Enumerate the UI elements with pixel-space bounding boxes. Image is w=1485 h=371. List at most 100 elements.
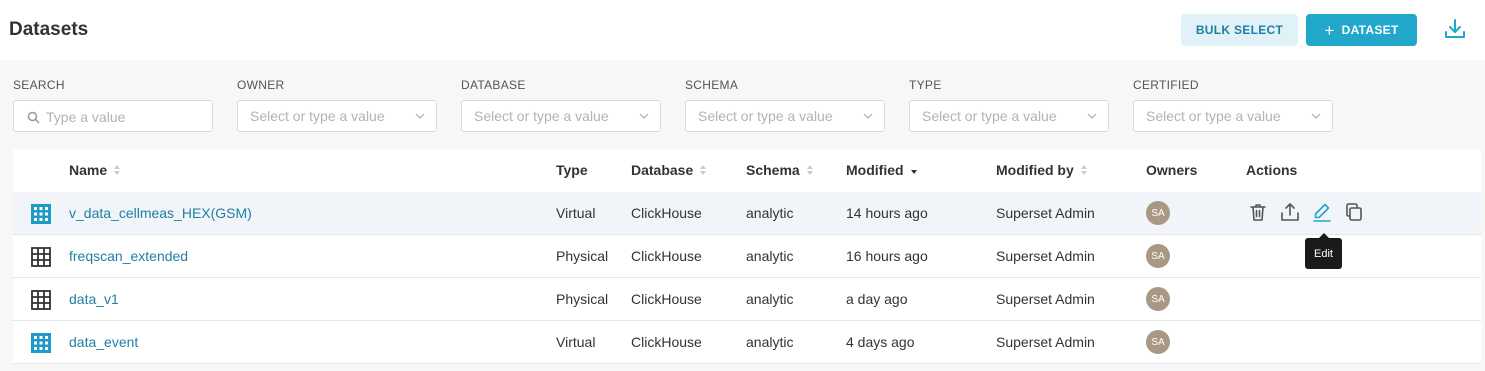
search-input[interactable]: Type a value [13,100,213,132]
chevron-down-icon [1087,113,1097,119]
dataset-modified: 4 days ago [846,334,915,350]
search-filter-label: SEARCH [13,78,65,92]
owner-avatar[interactable]: SA [1146,330,1170,354]
column-header-owners: Owners [1146,162,1197,178]
search-filter: SEARCH Type a value [13,78,213,132]
dataset-modified-by: Superset Admin [996,205,1095,221]
edit-tooltip: Edit [1305,233,1342,269]
physical-dataset-icon [31,247,51,267]
database-filter-label: DATABASE [461,78,526,92]
dataset-modified-by: Superset Admin [996,291,1095,307]
dataset-database: ClickHouse [631,248,702,264]
owner-avatar[interactable]: SA [1146,287,1170,311]
dataset-modified-by: Superset Admin [996,248,1095,264]
column-header-schema[interactable]: Schema [746,162,814,178]
dataset-name-link[interactable]: v_data_cellmeas_HEX(GSM) [69,205,252,221]
owner-avatar[interactable]: SA [1146,244,1170,268]
dataset-modified: 14 hours ago [846,205,928,221]
type-filter: TYPE Select or type a value [909,78,1109,132]
owner-filter-label: OWNER [237,78,285,92]
search-icon [27,111,40,124]
database-placeholder: Select or type a value [474,108,609,124]
owner-avatar[interactable]: SA [1146,201,1170,225]
column-header-database[interactable]: Database [631,162,707,178]
certified-filter: CERTIFIED Select or type a value [1133,78,1333,132]
column-header-label: Type [556,162,588,178]
column-header-type: Type [556,162,588,178]
column-header-modified[interactable]: Modified [846,162,918,178]
dataset-schema: analytic [746,248,794,264]
bulk-select-button[interactable]: BULK SELECT [1181,14,1298,46]
schema-select[interactable]: Select or type a value [685,100,885,132]
page-header: Datasets BULK SELECT + DATASET [0,0,1485,60]
add-dataset-button[interactable]: + DATASET [1306,14,1417,46]
add-dataset-label: DATASET [1341,23,1399,37]
type-select[interactable]: Select or type a value [909,100,1109,132]
trash-icon[interactable] [1247,201,1269,223]
dataset-name-link[interactable]: freqscan_extended [69,248,188,264]
dataset-database: ClickHouse [631,205,702,221]
dataset-modified: 16 hours ago [846,248,928,264]
table-row[interactable]: v_data_cellmeas_HEX(GSM) Virtual ClickHo… [13,192,1481,235]
column-header-label: Database [631,162,694,178]
sort-icon [700,165,707,175]
owner-select[interactable]: Select or type a value [237,100,437,132]
certified-select[interactable]: Select or type a value [1133,100,1333,132]
table-header: Name Type Database Schema Modified Modif… [13,149,1481,192]
sort-icon [114,165,121,175]
chevron-down-icon [863,113,873,119]
column-header-label: Modified by [996,162,1074,178]
type-filter-label: TYPE [909,78,942,92]
share-icon[interactable] [1279,201,1301,223]
column-header-label: Owners [1146,162,1198,178]
dataset-database: ClickHouse [631,334,702,350]
dataset-schema: analytic [746,291,794,307]
column-header-modified-by[interactable]: Modified by [996,162,1088,178]
dataset-schema: analytic [746,205,794,221]
page-title: Datasets [9,19,89,40]
edit-icon[interactable] [1311,201,1333,223]
download-icon[interactable] [1443,17,1467,41]
dataset-name-link[interactable]: data_event [69,334,138,350]
chevron-down-icon [639,113,649,119]
sort-descending-icon [910,170,917,174]
dataset-modified: a day ago [846,291,908,307]
sort-icon [1080,165,1087,175]
schema-filter: SCHEMA Select or type a value [685,78,885,132]
dataset-schema: analytic [746,334,794,350]
dataset-type: Physical [556,291,609,307]
schema-filter-label: SCHEMA [685,78,739,92]
column-header-label: Schema [746,162,800,178]
table-row[interactable]: data_v1 Physical ClickHouse analytic a d… [13,278,1481,321]
column-header-label: Actions [1246,162,1298,178]
plus-icon: + [1324,20,1335,40]
dataset-type: Physical [556,248,609,264]
database-select[interactable]: Select or type a value [461,100,661,132]
column-header-name[interactable]: Name [69,162,121,178]
schema-placeholder: Select or type a value [698,108,833,124]
physical-dataset-icon [31,290,51,310]
owner-filter: OWNER Select or type a value [237,78,437,132]
table-row[interactable]: data_event Virtual ClickHouse analytic 4… [13,321,1481,364]
dataset-name-link[interactable]: data_v1 [69,291,119,307]
owner-placeholder: Select or type a value [250,108,385,124]
chevron-down-icon [1311,113,1321,119]
certified-filter-label: CERTIFIED [1133,78,1199,92]
sort-icon [806,165,813,175]
duplicate-icon[interactable] [1343,201,1365,223]
type-placeholder: Select or type a value [922,108,1057,124]
virtual-dataset-icon [31,333,51,353]
table-row[interactable]: freqscan_extended Physical ClickHouse an… [13,235,1481,278]
database-filter: DATABASE Select or type a value [461,78,661,132]
chevron-down-icon [415,113,425,119]
dataset-type: Virtual [556,334,596,350]
dataset-database: ClickHouse [631,291,702,307]
search-placeholder: Type a value [46,109,126,125]
dataset-modified-by: Superset Admin [996,334,1095,350]
column-header-label: Name [69,162,108,178]
dataset-type: Virtual [556,205,596,221]
column-header-label: Modified [846,162,904,178]
virtual-dataset-icon [31,204,51,224]
column-header-actions: Actions [1246,162,1297,178]
certified-placeholder: Select or type a value [1146,108,1281,124]
